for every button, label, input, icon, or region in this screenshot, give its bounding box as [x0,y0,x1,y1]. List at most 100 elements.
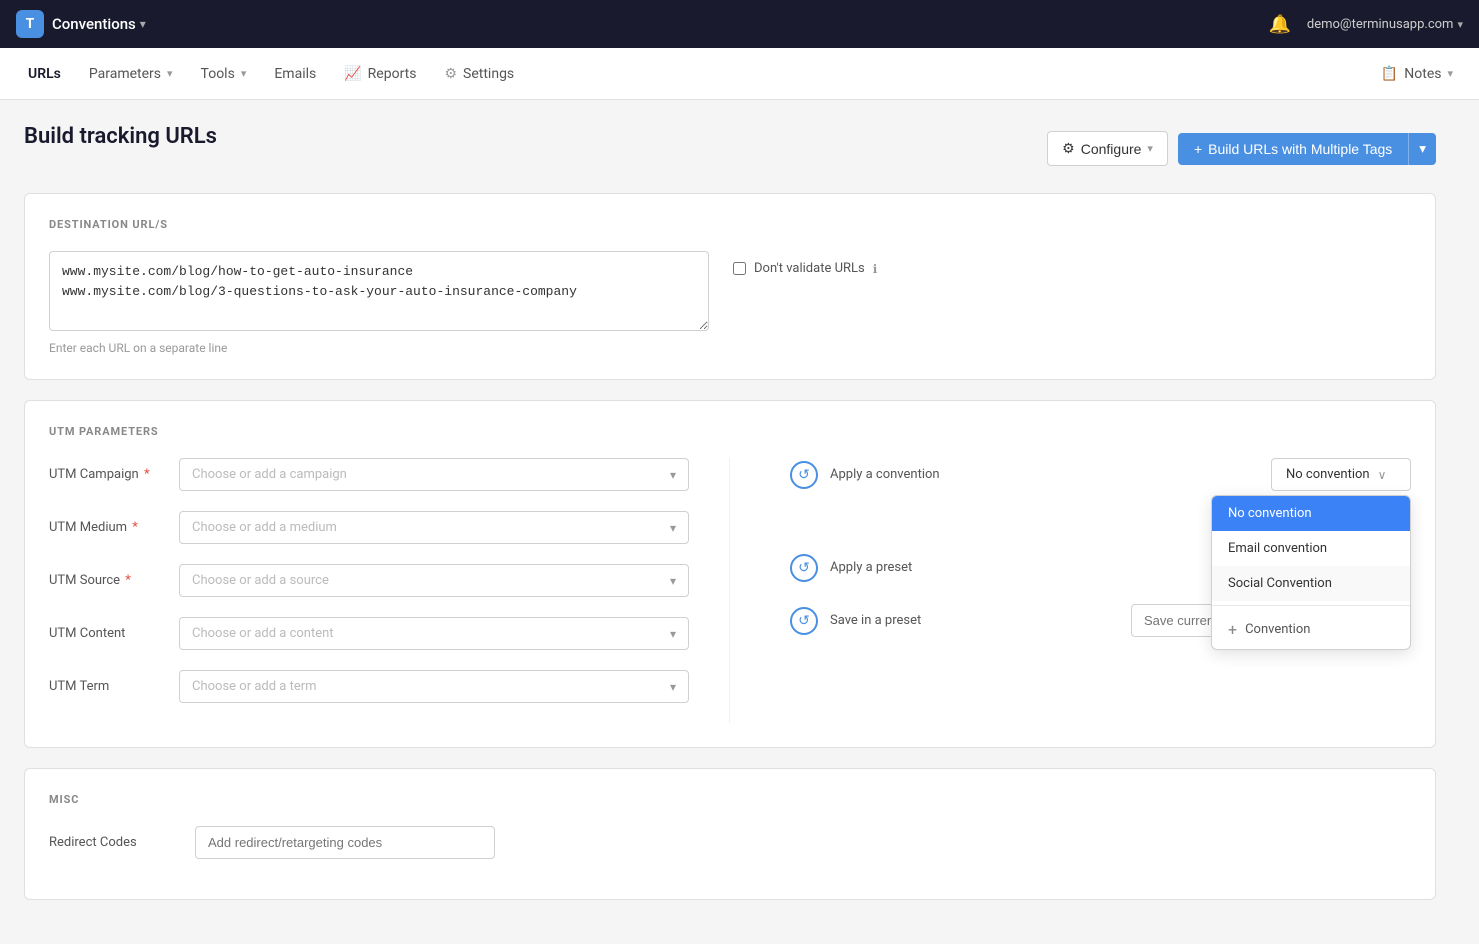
nav-item-urls[interactable]: URLs [16,60,73,88]
configure-label: Configure [1081,141,1142,157]
save-preset-icon[interactable]: ↺ [790,607,818,635]
convention-dropdown-menu: No convention Email convention Social Co… [1211,495,1411,650]
build-button-group: + Build URLs with Multiple Tags ▾ [1178,133,1436,165]
utm-grid: UTM Campaign * Choose or add a campaign … [49,458,1411,723]
page-title: Build tracking URLs [24,124,217,149]
medium-chevron-icon: ▾ [670,521,676,535]
topbar-right: 🔔 demo@terminusapp.com ▾ [1268,14,1463,35]
configure-chevron-icon: ▾ [1147,142,1153,155]
utm-medium-label: UTM Medium * [49,520,179,535]
term-chevron-icon: ▾ [670,680,676,694]
utm-medium-row: UTM Medium * Choose or add a medium ▾ [49,511,689,544]
utm-term-row: UTM Term Choose or add a term ▾ [49,670,689,703]
user-menu-button[interactable]: demo@terminusapp.com ▾ [1307,17,1463,32]
app-logo: T [16,10,44,38]
source-chevron-icon: ▾ [670,574,676,588]
utm-campaign-select[interactable]: Choose or add a campaign ▾ [179,458,689,491]
social-convention-label: Social Convention [1228,576,1332,591]
build-urls-label: Build URLs with Multiple Tags [1208,141,1392,157]
utm-medium-select[interactable]: Choose or add a medium ▾ [179,511,689,544]
nav-settings-label: Settings [463,66,514,82]
nav-emails-label: Emails [274,66,316,82]
url-row: www.mysite.com/blog/how-to-get-auto-insu… [49,251,1411,355]
add-convention-plus-icon: + [1228,620,1237,639]
nav-item-settings[interactable]: ⚙ Settings [432,60,526,88]
utm-term-select[interactable]: Choose or add a term ▾ [179,670,689,703]
convention-option-no-convention[interactable]: No convention [1212,496,1410,531]
validate-label[interactable]: Don't validate URLs [754,261,865,276]
app-name-chevron-icon: ▾ [140,17,146,31]
source-required: * [122,573,131,588]
utm-campaign-label: UTM Campaign * [49,467,179,482]
source-placeholder: Choose or add a source [192,573,329,588]
utm-campaign-row: UTM Campaign * Choose or add a campaign … [49,458,689,491]
build-urls-button[interactable]: + Build URLs with Multiple Tags [1178,133,1408,165]
utm-section-label: UTM PARAMETERS [49,425,1411,438]
apply-convention-row: ↺ Apply a convention No convention ∨ No … [790,458,1411,491]
utm-content-row: UTM Content Choose or add a content ▾ [49,617,689,650]
nav-items: URLs Parameters ▾ Tools ▾ Emails 📈 Repor… [16,60,526,88]
validate-checkbox[interactable] [733,262,746,275]
nav-tools-label: Tools [201,66,235,82]
url-input-area: www.mysite.com/blog/how-to-get-auto-insu… [49,251,709,355]
convention-option-social[interactable]: Social Convention [1212,566,1410,601]
configure-button[interactable]: ⚙ Configure ▾ [1047,131,1168,166]
utm-source-select[interactable]: Choose or add a source ▾ [179,564,689,597]
user-email-label: demo@terminusapp.com [1307,17,1454,32]
notes-button[interactable]: 📋 Notes ▾ [1371,60,1463,88]
convention-dropdown-wrapper: No convention ∨ No convention Email conv… [1271,458,1411,491]
nav-parameters-label: Parameters [89,66,161,82]
topbar: T Conventions ▾ 🔔 demo@terminusapp.com ▾ [0,0,1479,48]
content-chevron-icon: ▾ [670,627,676,641]
misc-redirect-input[interactable] [195,826,495,859]
nav-reports-label: Reports [368,66,417,82]
validate-options: Don't validate URLs ℹ [733,251,877,276]
notification-icon[interactable]: 🔔 [1268,14,1290,35]
nav-item-reports[interactable]: 📈 Reports [332,60,428,88]
apply-convention-icon[interactable]: ↺ [790,461,818,489]
convention-select-chevron-icon: ∨ [1378,468,1387,482]
build-more-chevron-icon: ▾ [1419,141,1426,157]
url-textarea[interactable]: www.mysite.com/blog/how-to-get-auto-insu… [49,251,709,331]
utm-source-row: UTM Source * Choose or add a source ▾ [49,564,689,597]
tools-chevron-icon: ▾ [241,67,247,80]
destination-section-label: DESTINATION URL/S [49,218,1411,231]
notes-book-icon: 📋 [1381,66,1398,82]
convention-add-new[interactable]: + Convention [1212,610,1410,649]
parameters-chevron-icon: ▾ [167,67,173,80]
campaign-required: * [141,467,150,482]
build-urls-more-button[interactable]: ▾ [1408,133,1436,165]
convention-select-button[interactable]: No convention ∨ [1271,458,1411,491]
convention-dropdown-divider [1212,605,1410,606]
nav-item-tools[interactable]: Tools ▾ [189,60,259,88]
utm-source-label: UTM Source * [49,573,179,588]
nav-bar: URLs Parameters ▾ Tools ▾ Emails 📈 Repor… [0,48,1479,100]
main-content: Build tracking URLs ⚙ Configure ▾ + Buil… [0,100,1460,944]
add-convention-label: Convention [1245,622,1310,637]
configure-gear-icon: ⚙ [1062,140,1075,157]
no-convention-label: No convention [1228,506,1312,521]
misc-section-label: MISC [49,793,1411,806]
topbar-left: T Conventions ▾ [16,10,146,38]
selected-convention-label: No convention [1286,467,1370,482]
user-chevron-icon: ▾ [1457,18,1463,31]
destination-card: DESTINATION URL/S www.mysite.com/blog/ho… [24,193,1436,380]
notes-chevron-icon: ▾ [1447,67,1453,80]
utm-content-select[interactable]: Choose or add a content ▾ [179,617,689,650]
email-convention-label: Email convention [1228,541,1327,556]
misc-redirect-label: Redirect Codes [49,835,179,850]
campaign-chevron-icon: ▾ [670,468,676,482]
app-name-button[interactable]: Conventions ▾ [52,15,146,33]
app-name-label: Conventions [52,15,136,33]
validate-info-icon[interactable]: ℹ [873,262,878,276]
nav-item-emails[interactable]: Emails [262,60,328,88]
content-placeholder: Choose or add a content [192,626,334,641]
utm-fields-left: UTM Campaign * Choose or add a campaign … [49,458,730,723]
nav-item-parameters[interactable]: Parameters ▾ [77,60,185,88]
campaign-placeholder: Choose or add a campaign [192,467,347,482]
apply-preset-icon[interactable]: ↺ [790,554,818,582]
misc-redirect-row: Redirect Codes [49,826,1411,859]
misc-card: MISC Redirect Codes [24,768,1436,900]
convention-option-email[interactable]: Email convention [1212,531,1410,566]
build-plus-icon: + [1194,141,1202,157]
